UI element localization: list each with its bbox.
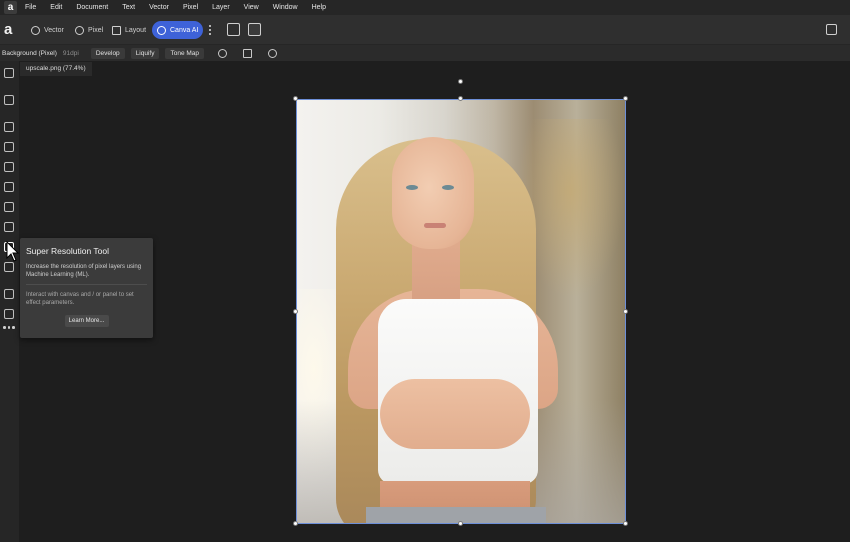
persona-label: Pixel [88,26,104,34]
image-tool-icon[interactable] [4,162,14,172]
develop-button[interactable]: Develop [90,47,125,59]
auto-adjust-icon[interactable] [218,48,228,58]
transform-tool-icon[interactable] [4,122,14,132]
tooltip-title: Super Resolution Tool [26,246,110,256]
brand-logo-icon[interactable]: a [4,22,18,38]
menu-help[interactable]: Help [312,4,326,11]
app-logo-icon[interactable]: a [4,1,17,14]
menu-pixel[interactable]: Pixel [183,4,198,11]
hand-tool-icon[interactable] [4,289,14,299]
menu-view[interactable]: View [244,4,259,11]
rotate-handle[interactable] [458,79,463,84]
context-toolbar: Background (Pixel) 91dpi Develop Liquify… [0,45,850,61]
move-tool-icon[interactable] [4,68,14,78]
menu-document[interactable]: Document [76,4,108,11]
selection-icon[interactable] [243,48,253,58]
resize-handle-top-right[interactable] [623,96,628,101]
menu-text[interactable]: Text [122,4,135,11]
main-toolbar: a Vector Pixel Layout Canva AI [0,15,850,45]
persona-label: Canva AI [170,26,199,34]
eraser-tool-icon[interactable] [4,262,14,272]
persona-label: Vector [44,26,64,34]
magic-tool-icon[interactable] [4,142,14,152]
menu-vector[interactable]: Vector [149,4,169,11]
menu-edit[interactable]: Edit [50,4,62,11]
resize-handle-bottom-right[interactable] [623,521,628,526]
persona-vector-button[interactable]: Vector [26,21,69,39]
tool-tooltip: Super Resolution Tool Increase the resol… [20,238,153,338]
menu-layer[interactable]: Layer [212,4,230,11]
document-tab[interactable]: upscale.png (77.4%) [20,62,92,76]
more-tools-icon[interactable] [3,326,15,329]
menu-bar: a File Edit Document Text Vector Pixel L… [0,0,850,15]
dpi-readout: 91dpi [62,49,79,57]
panel-toggle-icon[interactable] [826,24,837,35]
brush-tool-icon[interactable] [4,202,14,212]
more-options-icon[interactable] [208,24,212,36]
tools-panel [0,61,19,542]
liquify-button[interactable]: Liquify [130,47,160,59]
tone-map-button[interactable]: Tone Map [165,47,205,59]
resize-handle-top-left[interactable] [293,96,298,101]
arrange-icon[interactable] [227,23,240,36]
zoom-tool-icon[interactable] [4,309,14,319]
canva-ai-icon [157,25,166,35]
tooltip-description: Increase the resolution of pixel layers … [26,264,142,278]
vector-icon [31,25,40,35]
persona-canva-ai-button[interactable]: Canva AI [152,21,204,39]
retouch-tool-icon[interactable] [4,222,14,232]
menu-window[interactable]: Window [273,4,298,11]
resize-handle-top[interactable] [458,96,463,101]
menu-file[interactable]: File [25,4,36,11]
canvas-image[interactable] [296,99,626,524]
tooltip-divider [26,284,147,285]
persona-layout-button[interactable]: Layout [107,21,151,39]
crop-tool-icon[interactable] [4,95,14,105]
layer-label: Background (Pixel) [2,49,57,57]
pixel-icon [75,25,84,35]
learn-more-button[interactable]: Learn More... [64,315,109,327]
tooltip-hint: Interact with canvas and / or panel to s… [26,292,134,306]
frame-tool-icon[interactable] [4,182,14,192]
resize-handle-right[interactable] [623,309,628,314]
resize-handle-left[interactable] [293,309,298,314]
resize-handle-bottom-left[interactable] [293,521,298,526]
grid-snapping-icon[interactable] [248,23,261,36]
persona-pixel-button[interactable]: Pixel [70,21,108,39]
mouse-cursor-icon [6,241,20,262]
resize-handle-bottom[interactable] [458,521,463,526]
settings-gear-icon[interactable] [268,48,278,58]
layout-icon [112,25,121,35]
persona-label: Layout [125,26,147,34]
